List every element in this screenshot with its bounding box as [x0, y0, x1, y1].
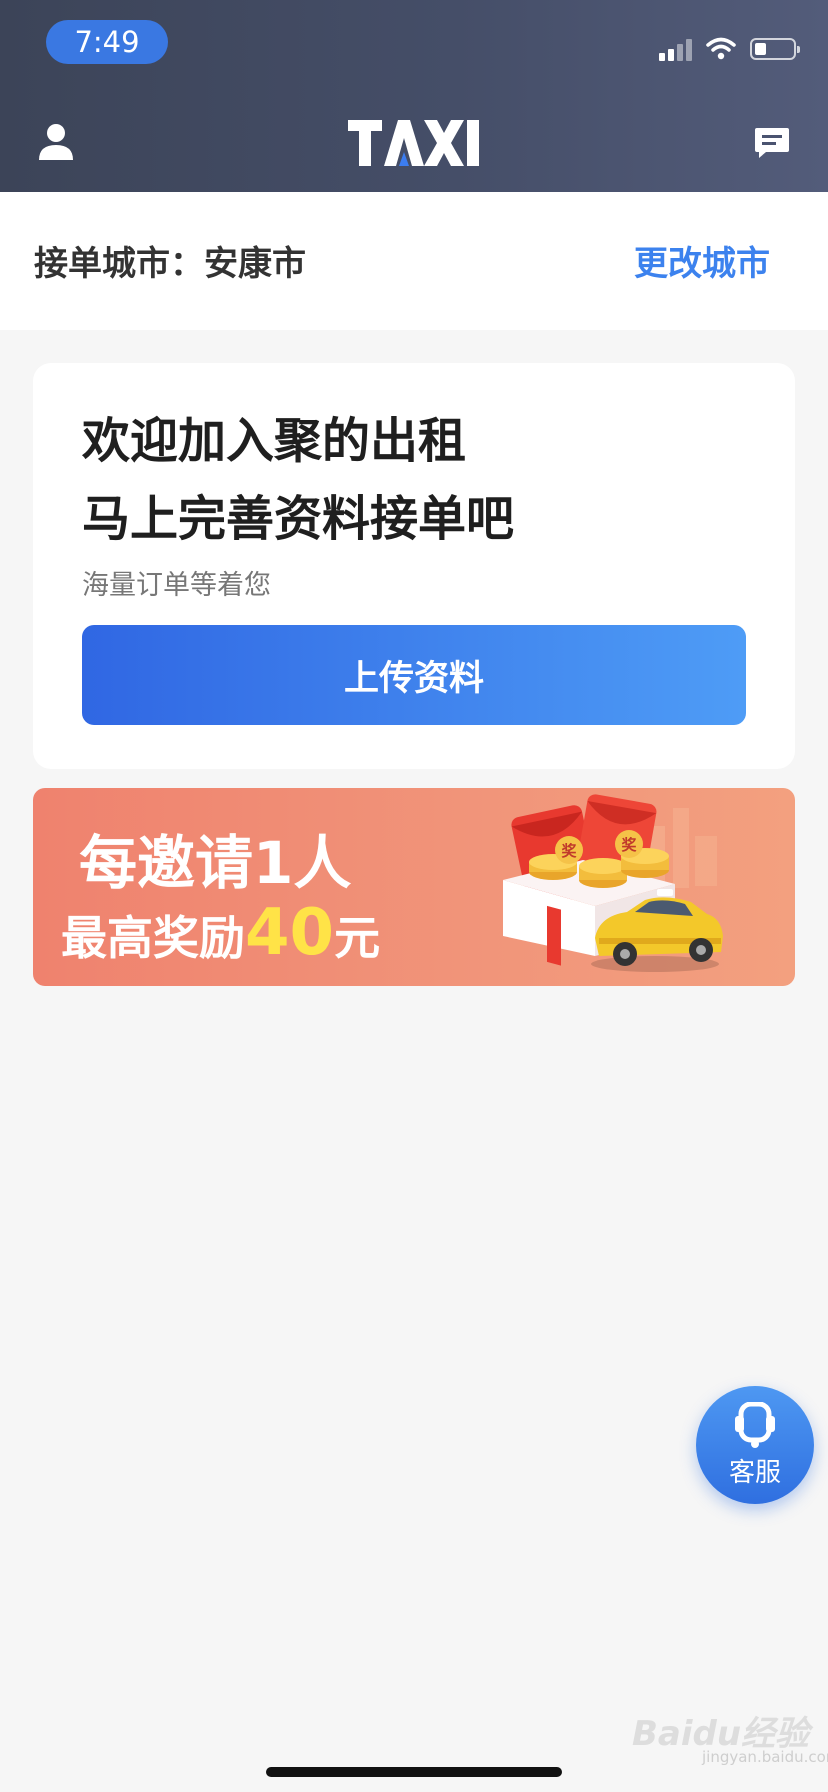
customer-service-label: 客服	[728, 1458, 781, 1488]
welcome-subtitle: 海量订单等着您	[82, 570, 271, 601]
top-header: 7:49	[0, 0, 828, 192]
upload-info-button[interactable]: 上传资料	[82, 625, 746, 725]
coin-label-left: 奖	[561, 842, 577, 860]
banner-reward-prefix: 最高奖励	[61, 911, 245, 965]
banner-reward-unit: 元	[334, 911, 381, 965]
signal-icon	[659, 37, 692, 61]
banner-reward-amount: 40	[245, 896, 335, 970]
welcome-card: 欢迎加入聚的出租 马上完善资料接单吧 海量订单等着您 上传资料	[33, 363, 795, 769]
welcome-title-line1: 欢迎加入聚的出租	[82, 413, 467, 469]
headset-icon	[735, 1402, 775, 1448]
user-icon[interactable]	[38, 122, 74, 162]
wifi-icon	[706, 37, 736, 60]
gift-taxi-illustration: 奖 奖	[503, 794, 723, 972]
taxi-logo	[348, 120, 479, 166]
status-icons	[659, 34, 800, 64]
home-indicator[interactable]	[266, 1767, 562, 1777]
current-city-label: 接单城市：安康市	[34, 244, 306, 284]
coin-label-right: 奖	[621, 836, 637, 854]
battery-icon	[750, 38, 800, 60]
banner-reward-line: 最高奖励40元	[61, 896, 380, 970]
change-city-button[interactable]: 更改城市	[634, 236, 770, 285]
welcome-title-line2: 马上完善资料接单吧	[82, 491, 515, 547]
baidu-watermark-url: jingyan.baidu.com	[702, 1748, 828, 1766]
city-bar: 接单城市：安康市 更改城市	[0, 192, 828, 330]
message-icon[interactable]	[754, 126, 790, 160]
invite-banner[interactable]: 每邀请1人 最高奖励40元 奖 奖	[33, 788, 795, 986]
banner-headline: 每邀请1人	[79, 829, 352, 897]
status-time: 7:49	[46, 20, 168, 64]
customer-service-button[interactable]: 客服	[696, 1386, 814, 1504]
